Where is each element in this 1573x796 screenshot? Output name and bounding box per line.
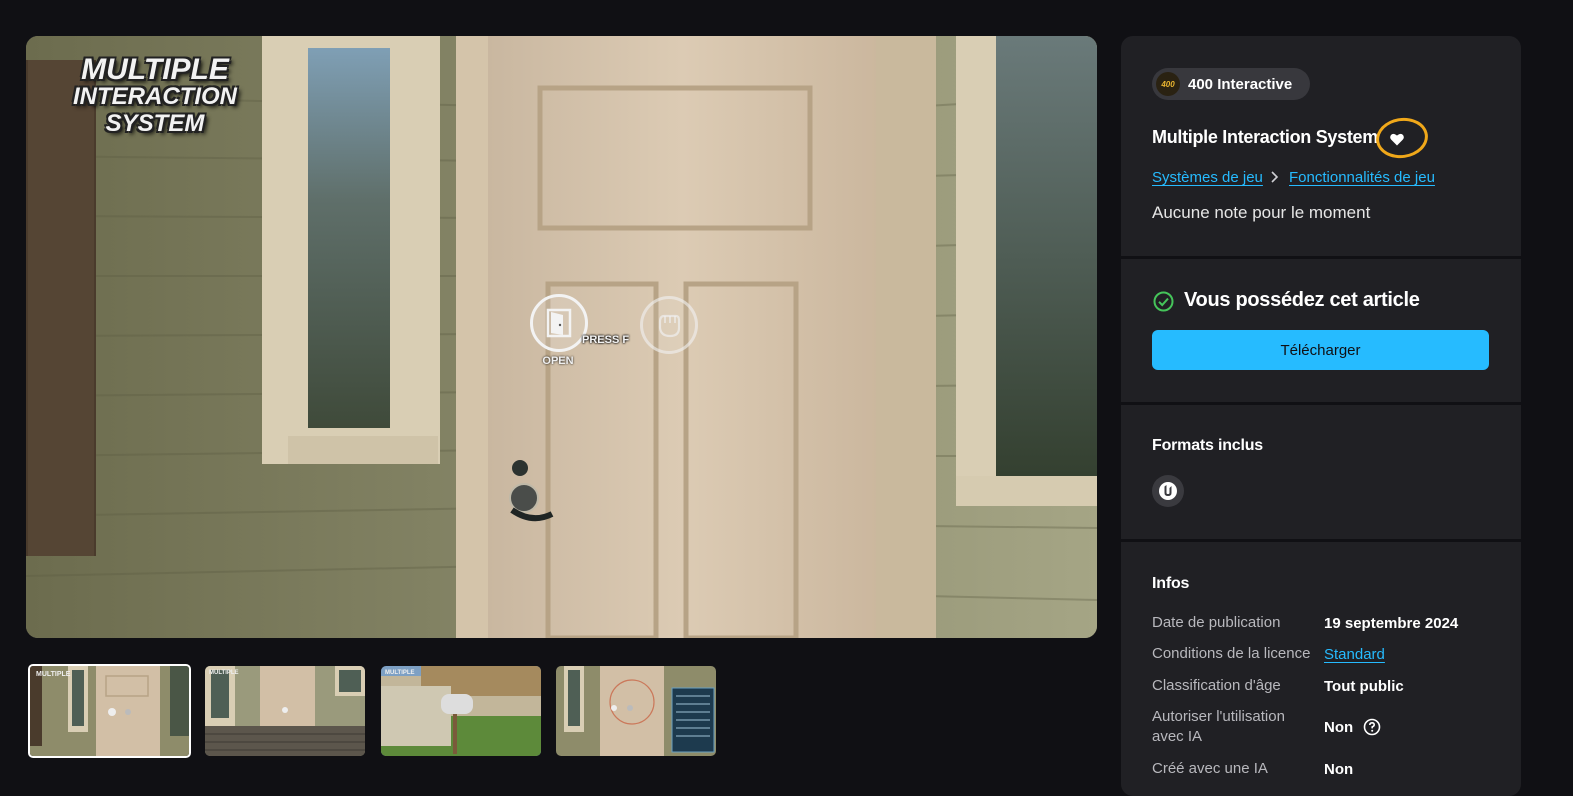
- formats-heading: Formats inclus: [1152, 437, 1264, 454]
- breadcrumb-game-systems[interactable]: Systèmes de jeu: [1152, 169, 1263, 186]
- owned-status-text: Vous possédez cet article: [1184, 289, 1420, 311]
- check-circle-icon: [1153, 291, 1174, 312]
- open-prompt-label: OPEN: [542, 355, 574, 367]
- svg-text:MULTIPLE: MULTIPLE: [209, 670, 239, 676]
- publisher-chip[interactable]: 400 400 Interactive: [1152, 68, 1310, 100]
- door-thumbnail-image: MULTIPLE: [30, 666, 189, 756]
- help-question-icon[interactable]: [1363, 718, 1381, 736]
- settings-thumbnail-image: [556, 666, 716, 756]
- logo-line-2: INTERACTION: [73, 83, 237, 110]
- info-label-ai-created: Créé avec une IA: [1152, 760, 1268, 777]
- publisher-logo: 400: [1156, 72, 1180, 96]
- settings-thumbnail[interactable]: [556, 666, 716, 756]
- unreal-engine-icon: [1159, 482, 1177, 500]
- press-key-hint: PRESS F: [582, 334, 630, 346]
- knock-prompt: [640, 296, 698, 354]
- info-value-ai-usage: Non: [1324, 719, 1354, 736]
- product-title: Multiple Interaction System: [1152, 127, 1378, 147]
- mailbox-thumbnail[interactable]: MULTIPLE: [381, 666, 541, 756]
- chevron-right-icon: [1271, 171, 1279, 183]
- info-value-age-rating: Tout public: [1324, 678, 1404, 695]
- info-value-publish-date: 19 septembre 2024: [1324, 615, 1459, 632]
- section-divider: [1121, 402, 1521, 405]
- rating-text: Aucune note pour le moment: [1152, 203, 1371, 222]
- add-to-wishlist-button[interactable]: [1384, 126, 1410, 152]
- multiple-interaction-system-logo: MULTIPLE INTERACTION SYSTEM: [50, 53, 260, 138]
- heart-icon: [1390, 133, 1404, 145]
- info-label-license: Conditions de la licence: [1152, 645, 1311, 662]
- info-label-publish-date: Date de publication: [1152, 614, 1281, 631]
- mailbox-thumbnail-image: MULTIPLE: [381, 666, 541, 756]
- fist-icon: [658, 314, 681, 338]
- porch-thumbnail-image: MULTIPLE: [205, 666, 365, 756]
- logo-line-3: SYSTEM: [105, 110, 205, 137]
- download-button[interactable]: Télécharger: [1152, 330, 1489, 370]
- section-divider: [1121, 539, 1521, 542]
- door-thumbnail[interactable]: MULTIPLE: [28, 664, 191, 758]
- breadcrumb-game-features[interactable]: Fonctionnalités de jeu: [1289, 169, 1435, 186]
- porch-thumbnail[interactable]: MULTIPLE: [205, 666, 365, 756]
- svg-text:MULTIPLE: MULTIPLE: [36, 671, 71, 678]
- unreal-engine-format-badge[interactable]: [1152, 475, 1184, 507]
- open-door-prompt: [530, 294, 588, 352]
- hero-image[interactable]: MULTIPLE INTERACTION SYSTEM OPEN PRESS F: [26, 36, 1097, 638]
- logo-line-1: MULTIPLE: [81, 53, 229, 86]
- section-divider: [1121, 256, 1521, 259]
- open-door-icon: [546, 308, 572, 338]
- publisher-name: 400 Interactive: [1188, 75, 1293, 93]
- infos-heading: Infos: [1152, 575, 1190, 592]
- info-value-ai-created: Non: [1324, 761, 1354, 778]
- info-label-ai-usage: Autoriser l'utilisation avec IA: [1152, 708, 1285, 745]
- info-label-age-rating: Classification d'âge: [1152, 677, 1281, 694]
- license-standard-link[interactable]: Standard: [1324, 646, 1385, 663]
- svg-text:MULTIPLE: MULTIPLE: [385, 670, 415, 676]
